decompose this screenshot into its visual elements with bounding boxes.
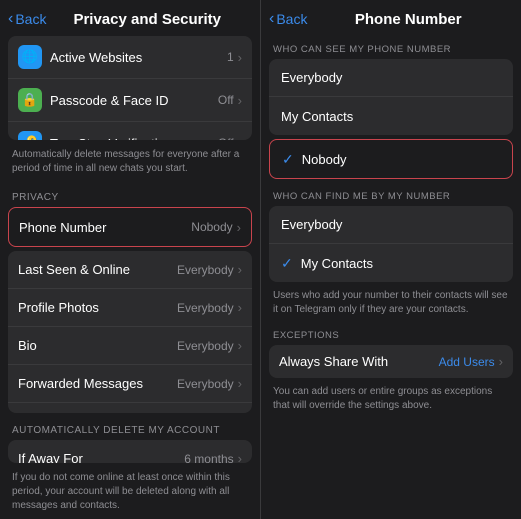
if-away-group: If Away For 6 months ›: [8, 440, 252, 463]
phone-number-value: Nobody: [191, 220, 232, 234]
privacy-section-label: PRIVACY: [0, 182, 260, 207]
phone-number-item[interactable]: Phone Number Nobody ›: [9, 208, 251, 246]
passcode-value: Off: [218, 93, 234, 107]
right-back-chevron-icon: ‹: [269, 10, 274, 28]
if-away-item[interactable]: If Away For 6 months ›: [8, 440, 252, 463]
last-seen-value: Everybody: [177, 263, 234, 277]
nobody-see-label: Nobody: [302, 152, 500, 167]
last-seen-label: Last Seen & Online: [18, 262, 177, 277]
passcode-chevron-icon: ›: [238, 93, 242, 108]
always-share-label: Always Share With: [279, 354, 439, 369]
nobody-checkmark-icon: ✓: [282, 151, 294, 168]
right-back-button[interactable]: ‹ Back: [269, 10, 307, 28]
auto-delete-desc: Automatically delete messages for everyo…: [0, 144, 260, 182]
nobody-see-item[interactable]: ✓ Nobody: [270, 140, 512, 178]
profile-photos-item[interactable]: Profile Photos Everybody ›: [8, 289, 252, 327]
two-step-label: Two-Step Verification: [50, 136, 218, 141]
always-share-chevron-icon: ›: [499, 354, 503, 369]
passcode-label: Passcode & Face ID: [50, 93, 218, 108]
who-see-section-label: WHO CAN SEE MY PHONE NUMBER: [261, 36, 521, 59]
calls-item[interactable]: Calls Everybody ›: [8, 403, 252, 413]
if-away-chevron-icon: ›: [238, 451, 242, 463]
phone-number-chevron-icon: ›: [237, 220, 241, 235]
active-websites-chevron-icon: ›: [238, 50, 242, 65]
active-websites-value: 1: [227, 50, 234, 64]
active-websites-icon: 🌐: [18, 45, 42, 69]
my-contacts-see-label: My Contacts: [281, 109, 501, 124]
forwarded-messages-label: Forwarded Messages: [18, 376, 177, 391]
exceptions-section-label: EXCEPTIONS: [261, 322, 521, 345]
two-step-value: Off: [218, 136, 234, 140]
left-header: ‹ Back Privacy and Security: [0, 0, 260, 36]
if-away-desc: If you do not come online at least once …: [0, 467, 260, 519]
left-title: Privacy and Security: [46, 11, 248, 28]
if-away-label: If Away For: [18, 451, 184, 463]
left-back-chevron-icon: ‹: [8, 10, 13, 28]
everybody-see-item[interactable]: Everybody: [269, 59, 513, 97]
active-websites-item[interactable]: 🌐 Active Websites 1 ›: [8, 36, 252, 79]
who-find-group: Everybody ✓ My Contacts: [269, 206, 513, 282]
active-websites-label: Active Websites: [50, 50, 227, 65]
left-back-button[interactable]: ‹ Back: [8, 10, 46, 28]
who-see-top-group: Everybody My Contacts: [269, 59, 513, 135]
who-find-section-label: WHO CAN FIND ME BY MY NUMBER: [261, 183, 521, 206]
right-panel: ‹ Back Phone Number WHO CAN SEE MY PHONE…: [260, 0, 521, 519]
everybody-find-item[interactable]: Everybody: [269, 206, 513, 244]
left-panel: ‹ Back Privacy and Security 🌐 Active Web…: [0, 0, 260, 519]
my-contacts-find-item[interactable]: ✓ My Contacts: [269, 244, 513, 282]
everybody-see-label: Everybody: [281, 70, 501, 85]
nobody-highlighted-group: ✓ Nobody: [269, 139, 513, 179]
two-step-chevron-icon: ›: [238, 136, 242, 141]
bio-value: Everybody: [177, 339, 234, 353]
passcode-icon: 🔒: [18, 88, 42, 112]
forwarded-messages-chevron-icon: ›: [238, 376, 242, 391]
two-step-icon: 🔑: [18, 131, 42, 140]
bio-chevron-icon: ›: [238, 338, 242, 353]
two-step-item[interactable]: 🔑 Two-Step Verification Off ›: [8, 122, 252, 140]
bio-label: Bio: [18, 338, 177, 353]
phone-number-label: Phone Number: [19, 220, 191, 235]
last-seen-chevron-icon: ›: [238, 262, 242, 277]
top-items-group: 🌐 Active Websites 1 › 🔒 Passcode & Face …: [8, 36, 252, 140]
auto-account-section-label: AUTOMATICALLY DELETE MY ACCOUNT: [0, 415, 260, 440]
my-contacts-find-label: My Contacts: [301, 256, 501, 271]
profile-photos-chevron-icon: ›: [238, 300, 242, 315]
passcode-item[interactable]: 🔒 Passcode & Face ID Off ›: [8, 79, 252, 122]
exceptions-desc: You can add users or entire groups as ex…: [261, 382, 521, 418]
forwarded-messages-item[interactable]: Forwarded Messages Everybody ›: [8, 365, 252, 403]
forwarded-messages-value: Everybody: [177, 377, 234, 391]
find-desc: Users who add your number to their conta…: [261, 286, 521, 322]
bio-item[interactable]: Bio Everybody ›: [8, 327, 252, 365]
privacy-items-group: Last Seen & Online Everybody › Profile P…: [8, 251, 252, 413]
phone-number-highlighted-group: Phone Number Nobody ›: [8, 207, 252, 247]
my-contacts-find-checkmark-icon: ✓: [281, 255, 293, 272]
always-share-item[interactable]: Always Share With Add Users ›: [269, 345, 513, 378]
profile-photos-label: Profile Photos: [18, 300, 177, 315]
right-header: ‹ Back Phone Number: [261, 0, 521, 36]
everybody-find-label: Everybody: [281, 217, 501, 232]
right-back-label: Back: [276, 11, 307, 27]
if-away-value: 6 months: [184, 452, 233, 463]
right-title: Phone Number: [307, 11, 509, 28]
my-contacts-see-item[interactable]: My Contacts: [269, 97, 513, 135]
add-users-label: Add Users: [439, 355, 495, 369]
left-back-label: Back: [15, 11, 46, 27]
last-seen-item[interactable]: Last Seen & Online Everybody ›: [8, 251, 252, 289]
profile-photos-value: Everybody: [177, 301, 234, 315]
